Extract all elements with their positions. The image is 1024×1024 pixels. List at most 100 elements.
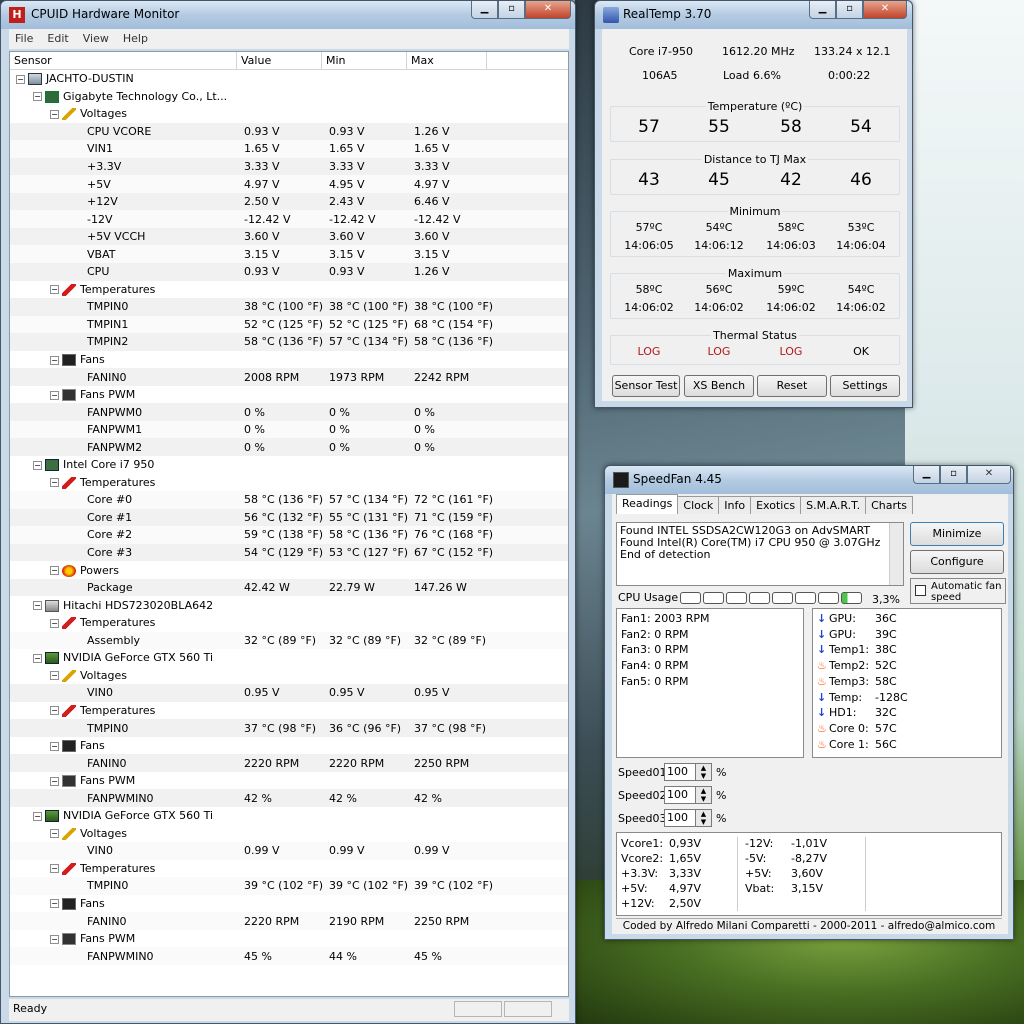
log-scrollbar[interactable] xyxy=(889,523,903,585)
column-header-min[interactable]: Min xyxy=(322,52,407,69)
sensor-row[interactable]: Core #0 58 °C (136 °F) 57 °C (134 °F) 72 °C… xyxy=(10,491,568,509)
sensor-row[interactable]: FANPWM1 0 % 0 % 0 % xyxy=(10,420,568,439)
collapse-toggle-icon[interactable]: − xyxy=(50,566,59,576)
sensor-group-row[interactable]: − NVIDIA GeForce GTX 560 Ti xyxy=(10,807,568,825)
reset-button[interactable]: Reset xyxy=(757,375,827,397)
sensor-group-row[interactable]: − Voltages xyxy=(10,825,568,843)
collapse-toggle-icon[interactable]: − xyxy=(33,460,42,470)
sensor-test-button[interactable]: Sensor Test xyxy=(612,375,680,397)
column-header-max[interactable]: Max xyxy=(407,52,487,69)
sensor-group-row[interactable]: − NVIDIA GeForce GTX 560 Ti xyxy=(10,649,568,667)
sensor-group-row[interactable]: − Gigabyte Technology Co., Lt... xyxy=(10,88,568,106)
sensor-row[interactable]: FANIN0 2008 RPM 1973 RPM 2242 RPM xyxy=(10,368,568,386)
column-header-sensor[interactable]: Sensor xyxy=(10,52,237,69)
maximize-button[interactable]: ▫ xyxy=(498,1,525,19)
sensor-row[interactable]: FANIN0 2220 RPM 2220 RPM 2250 RPM xyxy=(10,754,568,772)
collapse-toggle-icon[interactable]: − xyxy=(50,285,59,295)
sensor-group-row[interactable]: − Voltages xyxy=(10,105,568,123)
sensor-row[interactable]: TMPIN0 37 °C (98 °F) 36 °C (96 °F) 37 °C (9… xyxy=(10,719,568,737)
column-header-value[interactable]: Value xyxy=(237,52,322,69)
sensor-row[interactable]: FANPWMIN0 42 % 42 % 42 % xyxy=(10,789,568,807)
sensor-group-row[interactable]: − Temperatures xyxy=(10,702,568,720)
menu-file[interactable]: File xyxy=(15,32,33,46)
sensor-row[interactable]: FANPWM2 0 % 0 % 0 % xyxy=(10,438,568,457)
collapse-toggle-icon[interactable]: − xyxy=(50,829,59,839)
sensor-row[interactable]: Package 42.42 W 22.79 W 147.26 W xyxy=(10,578,568,597)
sensor-row[interactable]: Core #1 56 °C (132 °F) 55 °C (131 °F) 71 °C… xyxy=(10,508,568,527)
sensor-group-row[interactable]: − Powers xyxy=(10,561,568,579)
minimize-button[interactable]: ▁ xyxy=(809,1,836,19)
speedfan-titlebar[interactable]: SpeedFan 4.45 ▁ ▫ ✕ xyxy=(605,466,1013,494)
sensor-group-row[interactable]: − Temperatures xyxy=(10,474,568,492)
sensor-group-row[interactable]: − Fans xyxy=(10,737,568,755)
sensor-row[interactable]: +5V 4.97 V 4.95 V 4.97 V xyxy=(10,175,568,193)
menu-help[interactable]: Help xyxy=(123,32,148,46)
sensor-group-row[interactable]: − Fans PWM xyxy=(10,386,568,404)
sensor-group-row[interactable]: − Fans xyxy=(10,351,568,369)
sensor-group-row[interactable]: − Temperatures xyxy=(10,281,568,299)
xs-bench-button[interactable]: XS Bench xyxy=(684,375,754,397)
sensor-group-row[interactable]: − JACHTO-DUSTIN xyxy=(10,70,568,88)
settings-button[interactable]: Settings xyxy=(830,375,900,397)
tab-readings[interactable]: Readings xyxy=(616,494,679,514)
sensor-row[interactable]: FANIN0 2220 RPM 2190 RPM 2250 RPM xyxy=(10,912,568,930)
menu-view[interactable]: View xyxy=(83,32,109,46)
sensor-group-row[interactable]: − Fans PWM xyxy=(10,772,568,790)
tab-info[interactable]: Info xyxy=(718,496,752,514)
sensor-row[interactable]: TMPIN0 38 °C (100 °F) 38 °C (100 °F) 38 °C … xyxy=(10,298,568,316)
thermal-status-log[interactable]: LOG xyxy=(761,345,821,358)
sensor-row[interactable]: +3.3V 3.33 V 3.33 V 3.33 V xyxy=(10,157,568,176)
sensor-row[interactable]: VBAT 3.15 V 3.15 V 3.15 V xyxy=(10,245,568,264)
spin-arrows-icon[interactable]: ▲ ▼ xyxy=(695,787,711,803)
hwmonitor-titlebar[interactable]: H CPUID Hardware Monitor ▁ ▫ ✕ xyxy=(1,1,575,29)
collapse-toggle-icon[interactable]: − xyxy=(33,811,42,821)
spin-arrows-icon[interactable]: ▲ ▼ xyxy=(695,810,711,826)
close-button[interactable]: ✕ xyxy=(863,1,907,19)
tab-smart[interactable]: S.M.A.R.T. xyxy=(800,496,867,514)
sensor-row[interactable]: +5V VCCH 3.60 V 3.60 V 3.60 V xyxy=(10,227,568,246)
collapse-toggle-icon[interactable]: − xyxy=(50,618,59,628)
tab-clock[interactable]: Clock xyxy=(677,496,720,514)
sensor-row[interactable]: TMPIN0 39 °C (102 °F) 39 °C (102 °F) 39 °C … xyxy=(10,877,568,895)
sensor-row[interactable]: FANPWMIN0 45 % 44 % 45 % xyxy=(10,947,568,965)
sensor-group-row[interactable]: − Voltages xyxy=(10,667,568,685)
collapse-toggle-icon[interactable]: − xyxy=(50,390,59,400)
sensor-group-row[interactable]: − Hitachi HDS723020BLA642 xyxy=(10,596,568,614)
sensor-tree[interactable]: Sensor Value Min Max − JACHTO-DUSTIN − Giga… xyxy=(9,51,569,997)
sensor-row[interactable]: VIN1 1.65 V 1.65 V 1.65 V xyxy=(10,140,568,158)
maximize-button[interactable]: ▫ xyxy=(940,466,967,484)
sensor-row[interactable]: -12V -12.42 V -12.42 V -12.42 V xyxy=(10,210,568,228)
sensor-row[interactable]: VIN0 0.95 V 0.95 V 0.95 V xyxy=(10,684,568,702)
speed03-stepper[interactable]: 100 ▲ ▼ xyxy=(664,809,712,827)
sensor-group-row[interactable]: − Temperatures xyxy=(10,614,568,632)
sensor-group-row[interactable]: − Temperatures xyxy=(10,860,568,878)
spin-arrows-icon[interactable]: ▲ ▼ xyxy=(695,764,711,780)
collapse-toggle-icon[interactable]: − xyxy=(50,706,59,716)
collapse-toggle-icon[interactable]: − xyxy=(50,355,59,365)
collapse-toggle-icon[interactable]: − xyxy=(33,653,42,663)
sensor-row[interactable]: CPU 0.93 V 0.93 V 1.26 V xyxy=(10,263,568,281)
minimize-button[interactable]: ▁ xyxy=(913,466,940,484)
sensor-row[interactable]: TMPIN2 58 °C (136 °F) 57 °C (134 °F) 58 °C … xyxy=(10,333,568,351)
sensor-row[interactable]: CPU VCORE 0.93 V 0.93 V 1.26 V xyxy=(10,122,568,141)
collapse-toggle-icon[interactable]: − xyxy=(50,671,59,681)
minimize-button[interactable]: ▁ xyxy=(471,1,498,19)
close-button[interactable]: ✕ xyxy=(525,1,571,19)
menu-edit[interactable]: Edit xyxy=(47,32,68,46)
sensor-row[interactable]: Assembly 32 °C (89 °F) 32 °C (89 °F) 32 °C … xyxy=(10,631,568,650)
sensor-row[interactable]: Core #2 59 °C (138 °F) 58 °C (136 °F) 76 °C… xyxy=(10,526,568,544)
sensor-row[interactable]: FANPWM0 0 % 0 % 0 % xyxy=(10,403,568,421)
sensor-row[interactable]: TMPIN1 52 °C (125 °F) 52 °C (125 °F) 68 °C … xyxy=(10,315,568,334)
collapse-toggle-icon[interactable]: − xyxy=(16,74,25,84)
collapse-toggle-icon[interactable]: − xyxy=(33,601,42,611)
sensor-row[interactable]: VIN0 0.99 V 0.99 V 0.99 V xyxy=(10,842,568,860)
collapse-toggle-icon[interactable]: − xyxy=(50,741,59,751)
realtemp-titlebar[interactable]: RealTemp 3.70 ▁ ▫ ✕ xyxy=(595,1,912,29)
automatic-fan-checkbox[interactable] xyxy=(915,585,926,596)
sensor-row[interactable]: Core #3 54 °C (129 °F) 53 °C (127 °F) 67 °C… xyxy=(10,543,568,562)
collapse-toggle-icon[interactable]: − xyxy=(50,864,59,874)
configure-button[interactable]: Configure xyxy=(910,550,1004,574)
collapse-toggle-icon[interactable]: − xyxy=(50,776,59,786)
speed01-stepper[interactable]: 100 ▲ ▼ xyxy=(664,763,712,781)
sensor-group-row[interactable]: − Fans xyxy=(10,895,568,913)
